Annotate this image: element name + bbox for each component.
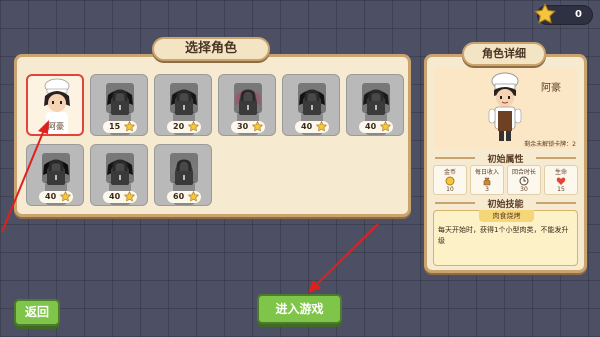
unlock-cost-badge: 40 — [103, 191, 137, 203]
star-icon — [188, 191, 199, 202]
lock-icon — [111, 89, 129, 115]
back-button[interactable]: 返回 — [14, 299, 60, 326]
star-icon — [252, 121, 263, 132]
stat-value: 30 — [520, 186, 528, 193]
star-icon — [188, 121, 199, 132]
unlock-cost-badge: 60 — [167, 191, 201, 203]
lock-icon — [111, 159, 129, 185]
chef-portrait — [488, 72, 522, 141]
skill-name: 肉食烧烤 — [479, 210, 534, 222]
star-count: 0 — [575, 9, 582, 20]
lock-icon — [175, 89, 193, 115]
unlock-cost-badge: 30 — [231, 121, 265, 133]
heart-icon — [556, 177, 566, 185]
unlock-cost-badge: 20 — [167, 121, 201, 133]
character-select-panel: 阿豪 15 20 30 40 40 40 40 60 — [14, 54, 411, 217]
unlock-cost-value: 40 — [109, 192, 121, 201]
unlock-cost-value: 20 — [173, 122, 185, 131]
star-icon — [124, 121, 135, 132]
unlock-cost-value: 40 — [365, 122, 377, 131]
star-icon — [316, 121, 327, 132]
select-panel-title: 选择角色 — [152, 37, 270, 61]
star-icon — [534, 3, 556, 24]
unlock-cost-badge: 15 — [103, 121, 137, 133]
unlock-cost-badge: 40 — [359, 121, 393, 133]
character-card[interactable]: 15 — [90, 74, 148, 136]
stat-value: 15 — [557, 186, 565, 193]
stat-label: 生命 — [554, 169, 567, 176]
stat-gold: 金币 10 — [433, 165, 467, 195]
unlock-cost-badge: 40 — [39, 191, 73, 203]
character-card[interactable]: 30 — [218, 74, 276, 136]
character-card-name: 阿豪 — [48, 122, 64, 131]
stat-value: 10 — [446, 186, 454, 193]
unlock-cost-value: 40 — [45, 192, 57, 201]
character-detail-panel: 阿豪 剩余未解锁卡牌：2 初始属性 金币 10 每日收入 3 回合时长 30 生… — [424, 54, 587, 273]
coin-icon — [445, 176, 455, 186]
stat-daily-income: 每日收入 3 — [470, 165, 504, 195]
character-card[interactable]: 40 — [90, 144, 148, 206]
character-name: 阿豪 — [541, 83, 561, 94]
star-counter: 0 — [534, 3, 593, 25]
skills-title: 初始技能 — [427, 197, 584, 210]
stat-health: 生命 15 — [544, 165, 578, 195]
unlock-cost-value: 40 — [301, 122, 313, 131]
enter-game-button[interactable]: 进入游戏 — [257, 294, 342, 324]
lock-icon — [239, 89, 257, 115]
character-card[interactable]: 40 — [346, 74, 404, 136]
money-bag-icon — [483, 177, 491, 186]
stat-value: 3 — [485, 186, 489, 193]
unlock-cost-value: 15 — [109, 122, 121, 131]
lock-icon — [175, 159, 193, 185]
unlock-progress-text: 剩余未解锁卡牌：2 — [524, 141, 576, 148]
skill-description: 每天开始时，获得1个小型肉类，不能发升级 — [438, 226, 569, 245]
attributes-title: 初始属性 — [427, 152, 584, 165]
unlock-cost-value: 60 — [173, 192, 185, 201]
star-icon — [60, 191, 71, 202]
star-icon — [124, 191, 135, 202]
skill-box: 肉食烧烤 每天开始时，获得1个小型肉类，不能发升级 — [433, 210, 578, 266]
character-card[interactable]: 20 — [154, 74, 212, 136]
stat-label: 回合时长 — [511, 169, 536, 176]
character-card[interactable]: 60 — [154, 144, 212, 206]
character-card[interactable]: 阿豪 — [26, 74, 84, 136]
lock-icon — [303, 89, 321, 115]
detail-panel-title: 角色详细 — [462, 42, 546, 66]
clock-icon — [519, 176, 529, 186]
stat-label: 每日收入 — [474, 169, 499, 176]
unlock-cost-value: 30 — [237, 122, 249, 131]
stat-label: 金币 — [443, 169, 456, 176]
character-card[interactable]: 40 — [282, 74, 340, 136]
unlock-cost-badge: 40 — [295, 121, 329, 133]
character-card[interactable]: 40 — [26, 144, 84, 206]
stat-turn-duration: 回合时长 30 — [507, 165, 541, 195]
star-icon — [380, 121, 391, 132]
lock-icon — [367, 89, 385, 115]
arrow-to-start-button — [308, 223, 379, 293]
character-portrait-area: 阿豪 — [433, 67, 578, 149]
lock-icon — [47, 159, 65, 185]
